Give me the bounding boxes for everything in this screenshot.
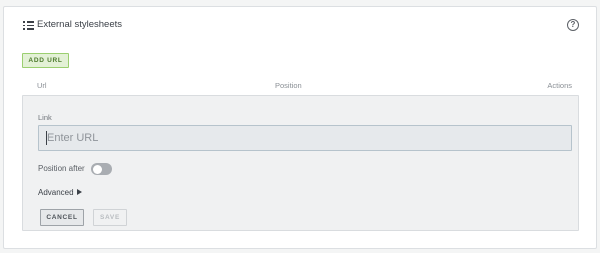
column-header-actions: Actions: [547, 81, 572, 90]
text-caret: [46, 131, 47, 145]
position-after-toggle[interactable]: [91, 163, 112, 175]
column-header-position: Position: [275, 81, 302, 90]
toggle-knob: [92, 164, 102, 174]
add-url-button[interactable]: ADD URL: [22, 53, 69, 68]
panel-title: External stylesheets: [37, 19, 123, 30]
advanced-toggle[interactable]: Advanced: [38, 188, 74, 197]
panel-header: External stylesheets ?: [4, 7, 596, 43]
url-input[interactable]: [38, 125, 572, 151]
add-url-form: Link Position after Advanced CANCEL SAVE: [22, 95, 579, 231]
cancel-button[interactable]: CANCEL: [40, 209, 84, 226]
column-header-url: Url: [37, 81, 47, 90]
list-icon: [23, 21, 34, 30]
external-stylesheets-panel: External stylesheets ? ADD URL Url Posit…: [3, 6, 597, 249]
help-icon[interactable]: ?: [567, 19, 579, 31]
save-button: SAVE: [93, 209, 127, 226]
caret-right-icon[interactable]: [77, 189, 82, 195]
link-label: Link: [38, 113, 52, 122]
position-after-label: Position after: [38, 164, 85, 173]
